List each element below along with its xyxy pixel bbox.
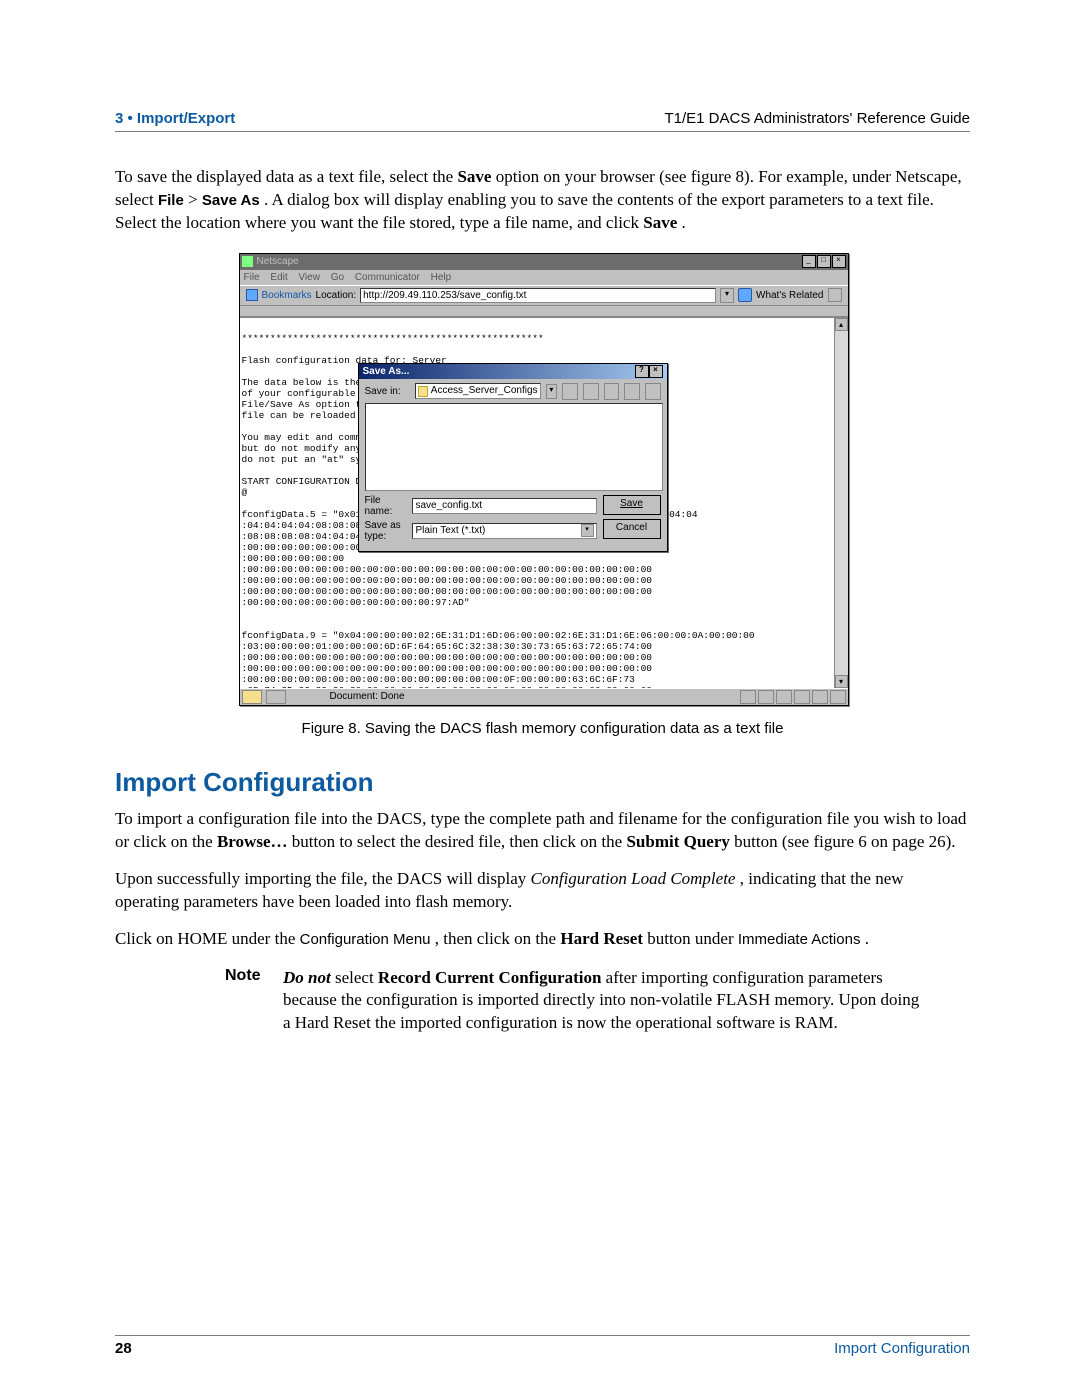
savein-dropdown[interactable]: Access_Server_Configs — [415, 383, 541, 399]
location-input[interactable]: http://209.49.110.253/save_config.txt — [360, 288, 716, 303]
header-section: 3 • Import/Export — [115, 110, 235, 127]
page-number: 28 — [115, 1340, 132, 1357]
status-bar: Document: Done — [240, 688, 848, 705]
savetype-dropdown[interactable]: Plain Text (*.txt) ▾ — [412, 523, 596, 539]
menu-edit-item[interactable]: Edit — [270, 272, 287, 283]
status-tool-icon-5[interactable] — [812, 690, 828, 704]
browse-word: Browse… — [217, 832, 288, 851]
status-tool-icon-1[interactable] — [740, 690, 756, 704]
note-body: Do not select Record Current Configurati… — [283, 967, 925, 1036]
bookmarks-button[interactable]: Bookmarks — [262, 290, 312, 301]
netscape-window: Netscape _ □ × File Edit View Go Communi… — [239, 253, 849, 706]
close-icon[interactable]: × — [832, 255, 846, 268]
status-tool-icon-2[interactable] — [758, 690, 774, 704]
savetype-label: Save as type: — [365, 520, 408, 542]
save-button[interactable]: Save — [603, 495, 661, 515]
maximize-icon[interactable]: □ — [817, 255, 831, 268]
note-label: Note — [225, 967, 283, 1036]
do-not-text: Do not — [283, 968, 331, 987]
filename-input[interactable]: save_config.txt — [412, 498, 596, 514]
menu-saveas: Save As — [202, 192, 260, 209]
dialog-help-icon[interactable]: ? — [635, 365, 649, 378]
menu-go-item[interactable]: Go — [331, 272, 344, 283]
whats-related-icon[interactable] — [738, 288, 752, 302]
note-block: Note Do not select Record Current Config… — [225, 967, 925, 1036]
vertical-scrollbar[interactable]: ▴ ▾ — [834, 318, 848, 688]
scroll-down-icon[interactable]: ▾ — [835, 675, 848, 688]
security-icon[interactable] — [242, 690, 262, 704]
scroll-up-icon[interactable]: ▴ — [835, 318, 848, 331]
import-paragraph-2: Upon successfully importing the file, th… — [115, 868, 970, 914]
import-paragraph-3: Click on HOME under the Configuration Me… — [115, 928, 970, 951]
status-tool-icon-6[interactable] — [830, 690, 846, 704]
save-as-dialog[interactable]: Save As... ? × Save in: Access_Server_Co… — [358, 363, 668, 552]
status-tool-icon-3[interactable] — [776, 690, 792, 704]
menu-communicator-item[interactable]: Communicator — [355, 272, 420, 283]
up-folder-icon[interactable] — [562, 383, 578, 400]
submit-query-word: Submit Query — [626, 832, 729, 851]
status-icon-2 — [266, 690, 286, 704]
minimize-icon[interactable]: _ — [802, 255, 816, 268]
savein-label: Save in: — [365, 386, 410, 397]
save-word: Save — [457, 167, 491, 186]
page-header: 3 • Import/Export T1/E1 DACS Administrat… — [115, 110, 970, 132]
location-label: Location: — [316, 290, 357, 301]
header-guide: T1/E1 DACS Administrators' Reference Gui… — [665, 110, 971, 127]
menu-bar[interactable]: File Edit View Go Communicator Help — [240, 270, 848, 285]
chevron-down-icon[interactable]: ▾ — [581, 524, 594, 537]
menu-file-item[interactable]: File — [244, 272, 260, 283]
savein-value: Access_Server_Configs — [431, 384, 538, 398]
configuration-menu-text: Configuration Menu — [300, 931, 431, 948]
whats-related-button[interactable]: What's Related — [756, 290, 824, 301]
dialog-titlebar[interactable]: Save As... ? × — [359, 364, 667, 379]
window-titlebar[interactable]: Netscape _ □ × — [240, 254, 848, 270]
menu-file: File — [158, 192, 184, 209]
browser-content[interactable]: ****************************************… — [240, 317, 848, 688]
page-footer: 28 Import Configuration — [115, 1335, 970, 1357]
footer-section: Import Configuration — [834, 1340, 970, 1357]
window-title: Netscape — [257, 256, 802, 267]
list-view-icon[interactable] — [624, 383, 640, 400]
immediate-actions-text: Immediate Actions — [738, 931, 861, 948]
desktop-icon[interactable] — [583, 383, 599, 400]
file-listbox[interactable] — [365, 403, 663, 491]
dialog-title-text: Save As... — [363, 366, 410, 377]
menu-view-item[interactable]: View — [298, 272, 320, 283]
menu-help-item[interactable]: Help — [431, 272, 452, 283]
config-load-complete: Configuration Load Complete — [531, 869, 736, 888]
hard-reset-word: Hard Reset — [560, 929, 643, 948]
savetype-value: Plain Text (*.txt) — [415, 524, 485, 538]
figure-8: Netscape _ □ × File Edit View Go Communi… — [239, 253, 847, 706]
intro-paragraph: To save the displayed data as a text fil… — [115, 166, 970, 235]
import-configuration-heading: Import Configuration — [115, 767, 970, 798]
figure-caption: Figure 8. Saving the DACS flash memory c… — [115, 720, 970, 737]
new-folder-icon[interactable] — [604, 383, 620, 400]
location-bar: Bookmarks Location: http://209.49.110.25… — [240, 285, 848, 306]
folder-icon — [418, 386, 428, 397]
savein-arrow-icon[interactable]: ▾ — [546, 384, 558, 399]
bookmarks-icon[interactable] — [246, 289, 258, 301]
status-text: Document: Done — [290, 691, 736, 702]
netscape-icon — [242, 256, 253, 267]
import-paragraph-1: To import a configuration file into the … — [115, 808, 970, 854]
filename-label: File name: — [365, 495, 408, 517]
details-view-icon[interactable] — [645, 383, 661, 400]
cancel-button[interactable]: Cancel — [603, 519, 661, 539]
print-icon[interactable] — [828, 288, 842, 302]
location-dropdown-icon[interactable]: ▾ — [720, 288, 734, 303]
status-tool-icon-4[interactable] — [794, 690, 810, 704]
record-current-config-text: Record Current Configuration — [378, 968, 602, 987]
save-word-2: Save — [643, 213, 677, 232]
dialog-close-icon[interactable]: × — [649, 365, 663, 378]
